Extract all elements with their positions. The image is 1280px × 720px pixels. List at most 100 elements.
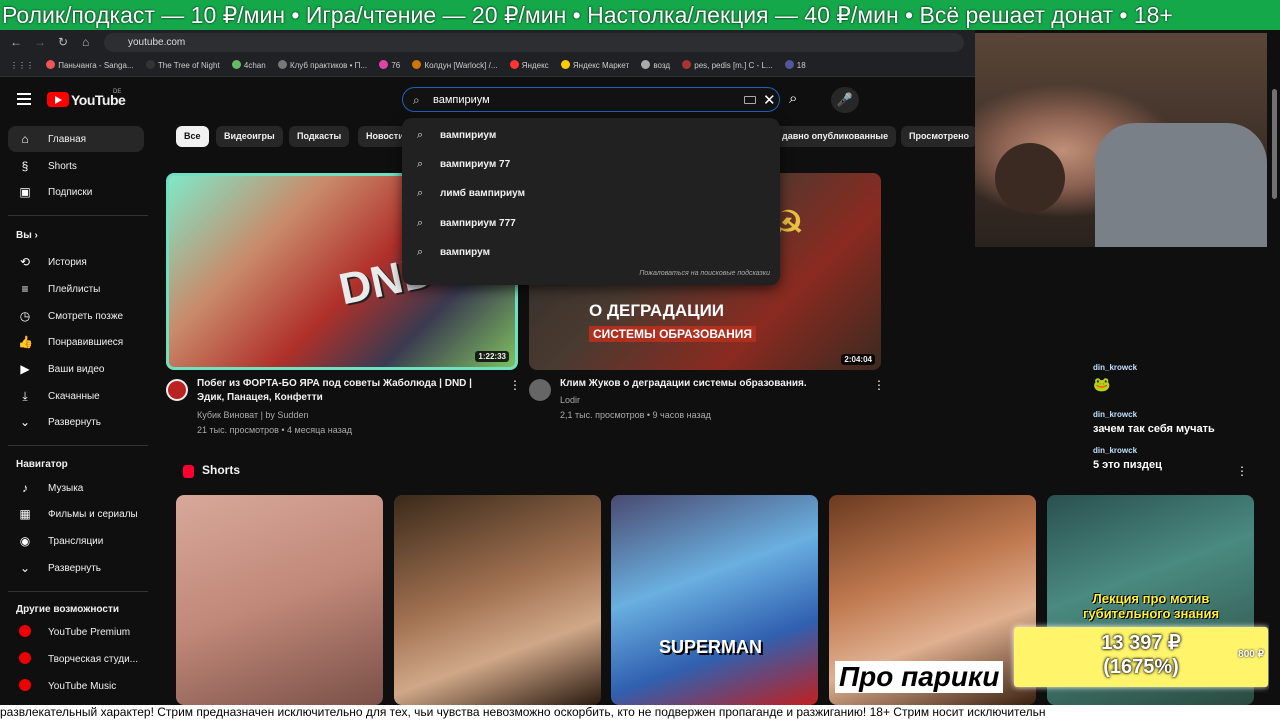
sidebar-item-music-app[interactable]: YouTube Music — [8, 673, 144, 699]
sidebar-item-downloads[interactable]: ⤓ Скачанные — [8, 383, 144, 409]
forward-icon[interactable]: → — [34, 35, 46, 49]
video-duration: 1:22:33 — [475, 351, 509, 362]
search-suggestions: ⌕ вампириум ⌕ вампириум 77 ⌕ лимб вампир… — [402, 118, 780, 285]
short-card[interactable]: SUPERMAN — [611, 495, 818, 705]
bookmark-favicon — [379, 60, 389, 69]
suggestion-item[interactable]: ⌕ вампириум — [402, 121, 780, 150]
sidebar-item-live[interactable]: ◉ Трансляции — [8, 528, 144, 554]
sidebar-item-music[interactable]: ♪ Музыка — [8, 475, 144, 501]
home-browser-icon[interactable]: ⌂ — [82, 35, 89, 49]
channel-avatar[interactable] — [166, 379, 188, 401]
bookmark-item[interactable]: Колдун [Warlock] /... — [412, 55, 498, 76]
sidebar-more-heading: Другие возможности — [16, 604, 119, 615]
more-vert-icon[interactable]: ⋮ — [1236, 464, 1248, 478]
short-card[interactable] — [176, 495, 383, 705]
chat-message: зачем так себя мучать — [1093, 423, 1215, 435]
bookmark-item[interactable]: 18 — [784, 55, 806, 76]
webcam-overlay — [975, 33, 1267, 247]
search-icon: ⌕ — [417, 158, 424, 170]
sidebar-item-label: YouTube Premium — [48, 627, 131, 638]
bookmark-item[interactable]: Клуб практиков • П... — [277, 55, 367, 76]
sidebar-divider — [8, 445, 148, 446]
bookmark-item[interactable]: pes, pedis [m.] C - L... — [682, 55, 773, 76]
more-vert-icon[interactable]: ⋮ — [873, 378, 885, 392]
subscriptions-icon: ▣ — [19, 185, 31, 199]
sidebar-item-movies[interactable]: ▦ Фильмы и сериалы — [8, 501, 144, 527]
chip-podcasts[interactable]: Подкасты — [289, 126, 350, 147]
channel-name[interactable]: Кубик Виноват | by Sudden — [197, 408, 308, 422]
sidebar-item-label: Плейлисты — [48, 284, 101, 295]
sidebar-item-subscriptions[interactable]: ▣ Подписки — [8, 179, 144, 205]
address-bar[interactable]: youtube.com — [104, 33, 964, 52]
apps-icon[interactable]: ⋮⋮⋮ — [10, 55, 34, 76]
bookmark-item[interactable]: The Tree of Night — [145, 55, 220, 76]
bookmark-favicon — [509, 60, 519, 69]
back-icon[interactable]: ← — [10, 35, 22, 49]
chip-videogames[interactable]: Видеоигры — [216, 126, 283, 147]
chip-watched[interactable]: Просмотрено — [901, 126, 978, 147]
bookmark-item[interactable]: Яндекс Маркет — [560, 55, 629, 76]
sidebar-item-history[interactable]: ⟲ История — [8, 249, 144, 275]
bookmark-item[interactable]: 76 — [379, 55, 400, 76]
region-code: DE — [113, 89, 122, 95]
chip-all[interactable]: Все — [176, 126, 209, 147]
search-icon: ⌕ — [417, 246, 424, 258]
youtube-studio-icon — [18, 652, 32, 666]
youtube-logo-icon[interactable] — [47, 92, 69, 107]
search-box[interactable]: ⌕ ✕ — [402, 87, 780, 112]
report-suggestions-link[interactable]: Пожаловаться на поисковые подсказки — [639, 270, 770, 277]
sidebar-item-shorts[interactable]: § Shorts — [8, 153, 144, 179]
sidebar-item-playlists[interactable]: ≡ Плейлисты — [8, 276, 144, 302]
streamer-beard — [995, 143, 1065, 213]
bookmark-favicon — [145, 60, 155, 69]
video-title[interactable]: Побег из ФОРТА-БО ЯРА под советы Жаболюд… — [197, 377, 507, 405]
bookmark-item[interactable]: 4chan — [231, 55, 266, 76]
top-ticker: Ролик/подкаст — 10 ₽/мин • Игра/чтение —… — [0, 0, 1280, 30]
live-icon: ◉ — [19, 534, 31, 548]
short-card[interactable]: Про парики — [829, 495, 1036, 705]
chip-recently-uploaded[interactable]: давно опубликованные — [774, 126, 897, 147]
hamburger-menu-icon[interactable] — [17, 93, 31, 105]
bookmark-favicon — [231, 60, 241, 69]
suggestion-item[interactable]: ⌕ лимб вампириум — [402, 179, 780, 208]
sidebar-item-watch-later[interactable]: ◷ Смотреть позже — [8, 303, 144, 329]
page-scrollbar[interactable] — [1269, 77, 1280, 705]
sidebar-item-label: YouTube Music — [48, 681, 117, 692]
sidebar-item-expand-nav[interactable]: ⌄ Развернуть — [8, 555, 144, 581]
more-vert-icon[interactable]: ⋮ — [509, 378, 521, 392]
bookmark-item[interactable]: возд — [641, 55, 670, 76]
sidebar-item-liked[interactable]: 👍 Понравившиеся — [8, 329, 144, 355]
clear-icon[interactable]: ✕ — [763, 91, 776, 109]
video-title[interactable]: Клим Жуков о деградации системы образова… — [560, 377, 870, 391]
sidebar-item-expand[interactable]: ⌄ Развернуть — [8, 409, 144, 435]
bookmark-item[interactable]: Яндекс — [509, 55, 549, 76]
sidebar-item-your-videos[interactable]: ▶ Ваши видео — [8, 356, 144, 382]
scrollbar-thumb[interactable] — [1272, 89, 1277, 199]
sidebar-divider — [8, 215, 148, 216]
shorts-logo-icon — [183, 465, 194, 478]
microphone-icon[interactable]: 🎤 — [831, 87, 859, 113]
bookmark-favicon — [641, 60, 651, 69]
bookmark-favicon — [560, 60, 570, 69]
search-icon: ⌕ — [417, 129, 424, 141]
suggestion-item[interactable]: ⌕ вампириум 777 — [402, 209, 780, 238]
suggestion-item[interactable]: ⌕ вампириум 77 — [402, 150, 780, 179]
sidebar-item-label: Фильмы и сериалы — [48, 509, 138, 520]
search-input[interactable] — [433, 91, 733, 109]
channel-name[interactable]: Lodir — [560, 393, 580, 407]
search-button[interactable]: ⌕ — [789, 90, 797, 107]
sidebar-item-home[interactable]: ⌂ Главная — [8, 126, 144, 152]
keyboard-icon[interactable] — [744, 96, 756, 104]
sidebar-item-studio[interactable]: Творческая студи... — [8, 646, 144, 672]
downloads-icon: ⤓ — [22, 389, 28, 403]
search-icon: ⌕ — [413, 93, 420, 107]
sidebar-you-heading[interactable]: Вы › — [16, 230, 38, 241]
history-icon: ⟲ — [19, 255, 31, 269]
channel-avatar[interactable] — [529, 379, 551, 401]
thumbnail-text: О ДЕГРАДАЦИИ — [589, 301, 725, 320]
bookmark-item[interactable]: Паньчанга - Sanga... — [46, 55, 134, 76]
short-card[interactable] — [394, 495, 601, 705]
reload-icon[interactable]: ↻ — [58, 35, 68, 49]
suggestion-item[interactable]: ⌕ вампирум — [402, 238, 780, 267]
sidebar-item-premium[interactable]: YouTube Premium — [8, 619, 144, 645]
